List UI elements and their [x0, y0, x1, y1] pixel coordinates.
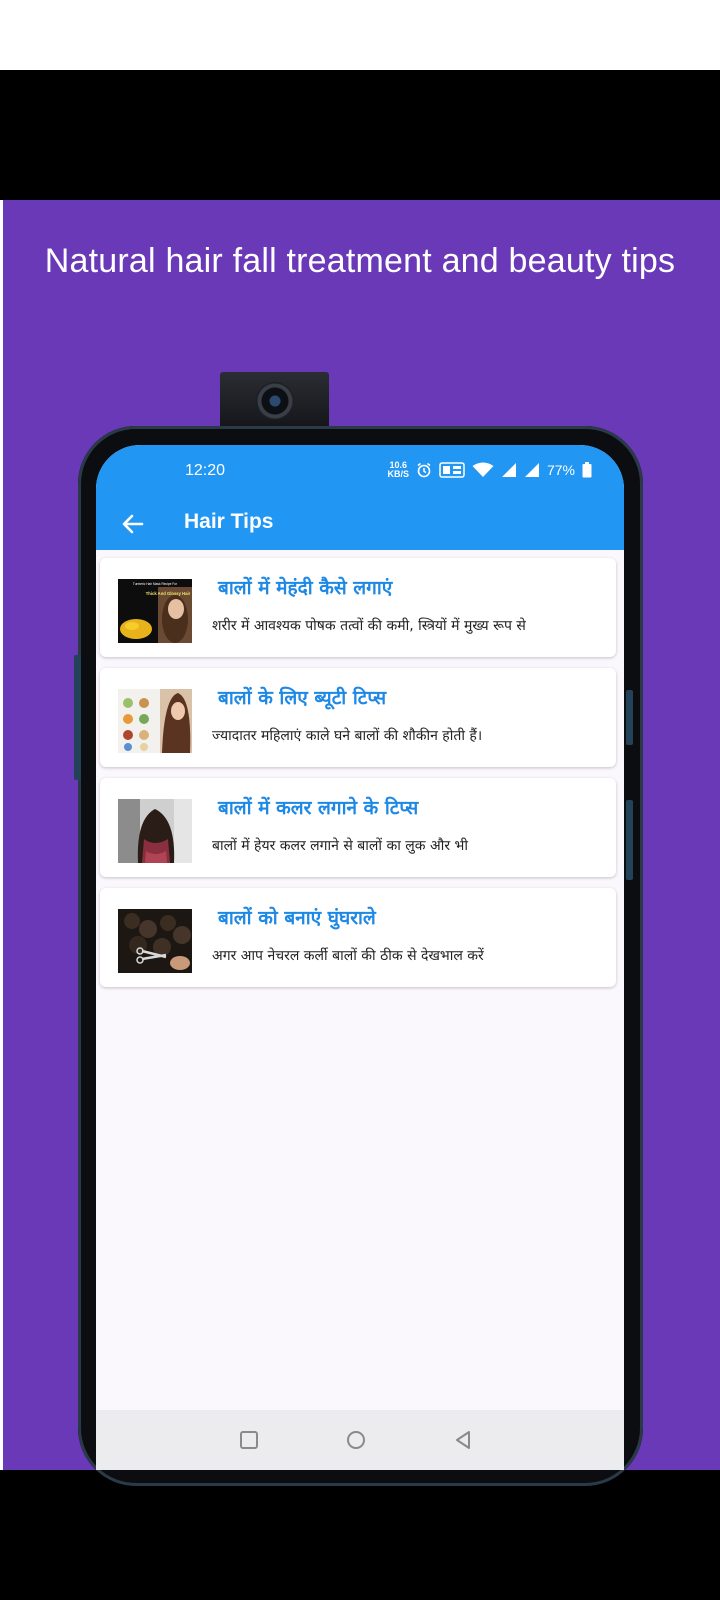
circle-home-icon[interactable]	[344, 1428, 368, 1452]
tip-title: बालों को बनाएं घुंघराले	[218, 907, 376, 929]
promo-headline: Natural hair fall treatment and beauty t…	[44, 242, 676, 280]
bottom-black-band	[0, 1470, 720, 1600]
tip-card[interactable]: बालों में कलर लगाने के टिप्स बालों में ह…	[100, 778, 616, 877]
tip-snippet: अगर आप नेचरल कर्ली बालों की ठीक से देखभा…	[212, 948, 484, 964]
page-title: Hair Tips	[184, 510, 274, 533]
thumb-caption-main: Thick And Glossy Hair	[146, 591, 191, 596]
phone-side-button	[74, 655, 81, 780]
battery-percent: 77%	[546, 462, 575, 478]
alarm-icon	[417, 462, 431, 478]
thumb-caption-top: Turmeric Hair Mask Recipe For	[133, 582, 178, 586]
status-icons: 10.6 KB/S 77%	[387, 459, 592, 481]
phone-screen: 12:20 10.6 KB/S 77% Hair Tips Turmeric H…	[96, 445, 624, 1470]
signal-icon	[501, 463, 516, 477]
tip-title: बालों के लिए ब्यूटी टिप्स	[218, 687, 387, 709]
top-black-band	[0, 70, 720, 200]
tip-snippet: ज्यादातर महिलाएं काले घने बालों की शौकीन…	[212, 728, 483, 744]
tip-thumbnail: Turmeric Hair Mask Recipe For Thick And …	[118, 579, 192, 643]
tip-thumbnail	[118, 689, 192, 753]
tip-thumbnail	[118, 909, 192, 973]
arrow-back-icon[interactable]	[118, 509, 148, 539]
wifi-icon	[472, 462, 494, 477]
tip-snippet: शरीर में आवश्यक पोषक तत्वों की कमी, स्त्…	[212, 618, 526, 634]
tip-card[interactable]: बालों के लिए ब्यूटी टिप्स ज्यादातर महिला…	[100, 668, 616, 767]
status-time: 12:20	[185, 462, 226, 479]
data-speed-icon: 10.6 KB/S	[387, 460, 409, 479]
status-bar: 12:20 10.6 KB/S 77%	[96, 445, 624, 497]
tip-thumbnail	[118, 799, 192, 863]
signal-icon	[524, 463, 539, 477]
camera-lens-icon	[256, 382, 294, 420]
tips-list: Turmeric Hair Mask Recipe For Thick And …	[100, 558, 616, 998]
phone-side-button	[626, 800, 633, 880]
data-speed-value: 10.6	[389, 460, 407, 470]
tip-card[interactable]: बालों को बनाएं घुंघराले अगर आप नेचरल कर्…	[100, 888, 616, 987]
toolbar: Hair Tips	[96, 497, 624, 550]
phone-side-button	[626, 690, 633, 745]
square-recents-icon[interactable]	[237, 1428, 261, 1452]
popup-camera	[220, 372, 329, 428]
tip-snippet: बालों में हेयर कलर लगाने से बालों का लुक…	[212, 838, 468, 854]
battery-icon	[582, 462, 592, 478]
triangle-back-icon[interactable]	[451, 1428, 475, 1452]
system-nav-bar	[96, 1410, 624, 1470]
nfc-icon	[439, 462, 465, 478]
tip-title: बालों में कलर लगाने के टिप्स	[218, 797, 419, 819]
app-bar: 12:20 10.6 KB/S 77% Hair Tips	[96, 445, 624, 550]
tip-title: बालों में मेहंदी कैसे लगाएं	[218, 577, 393, 599]
top-margin	[0, 0, 720, 70]
tip-card[interactable]: Turmeric Hair Mask Recipe For Thick And …	[100, 558, 616, 657]
